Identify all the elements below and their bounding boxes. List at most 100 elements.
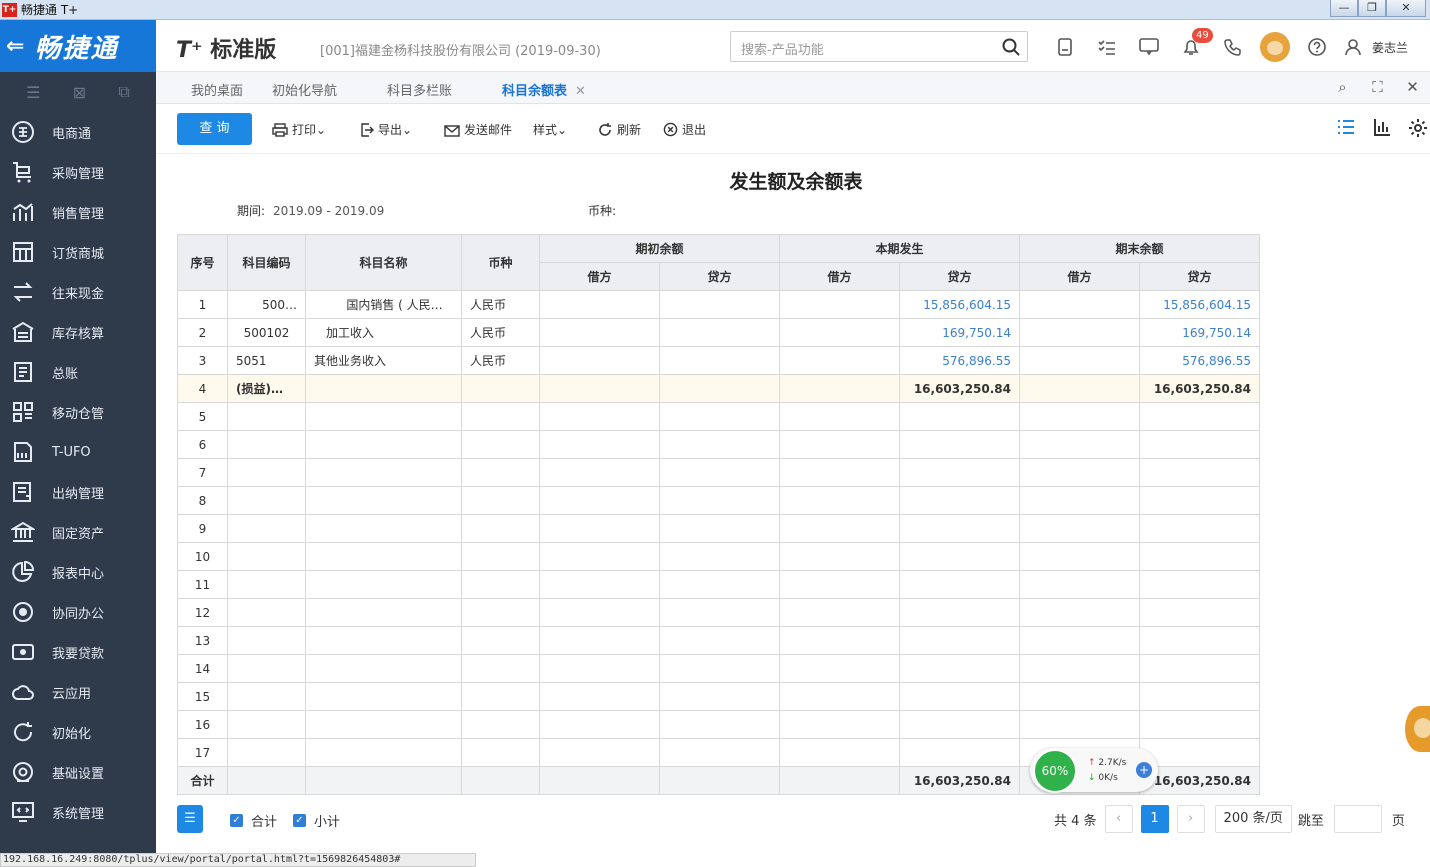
total-checkbox[interactable]: ✓ 合计 <box>230 811 277 830</box>
table-row[interactable]: 3 5051 其他业务收入 人民币 576,896.55 576,896.55 <box>177 346 1260 375</box>
jump-page-input[interactable] <box>1333 805 1382 833</box>
refresh-button[interactable]: 刷新 <box>597 121 641 138</box>
table-row[interactable]: 11 <box>177 570 1260 599</box>
sidebar-item-4[interactable]: 往来现金 <box>0 272 156 312</box>
table-row[interactable]: 16 <box>177 710 1260 739</box>
header-code[interactable]: 科目编码 <box>227 234 306 291</box>
header-closing-credit[interactable]: 贷方 <box>1139 262 1260 291</box>
style-button[interactable]: 样式 ⌄ <box>533 121 567 138</box>
search-tab-icon[interactable]: ⌕ <box>1325 78 1360 96</box>
help-icon[interactable] <box>1296 34 1338 60</box>
close-tab-icon[interactable]: ✕ <box>575 84 586 99</box>
mascot-icon[interactable] <box>1405 706 1430 752</box>
table-row[interactable]: 1 500… 国内销售 ( 人民… 人民币 15,856,604.15 15,856,60… <box>177 290 1260 319</box>
restore-button[interactable]: ❐ <box>1358 0 1386 17</box>
sidebar-item-9[interactable]: 出纳管理 <box>0 472 156 512</box>
cell-close-credit <box>1139 710 1260 739</box>
cell-empty <box>539 458 660 487</box>
header-current-credit[interactable]: 贷方 <box>899 262 1020 291</box>
table-row[interactable]: 9 <box>177 514 1260 543</box>
table-row[interactable]: 5 <box>177 402 1260 431</box>
table-row[interactable]: 14 <box>177 654 1260 683</box>
cell-close-credit <box>1139 514 1260 543</box>
search-input[interactable]: 搜索-产品功能 <box>730 31 1028 62</box>
user-avatar-icon[interactable] <box>1338 34 1368 60</box>
search-icon[interactable] <box>1001 37 1021 57</box>
phone-icon[interactable] <box>1212 34 1254 60</box>
table-row[interactable]: 8 <box>177 486 1260 515</box>
sidebar-item-6[interactable]: 总账 <box>0 352 156 392</box>
table-row[interactable]: 6 <box>177 430 1260 459</box>
chart-view-icon[interactable] <box>1364 118 1400 138</box>
tab-my-desktop[interactable]: 我的桌面 <box>191 80 243 99</box>
minimize-button[interactable]: — <box>1330 0 1358 17</box>
sidebar-item-7[interactable]: 移动仓管 <box>0 392 156 432</box>
page-size-select[interactable]: 200 条/页 <box>1214 805 1292 833</box>
header-opening-credit[interactable]: 贷方 <box>659 262 780 291</box>
header-opening-debit[interactable]: 借方 <box>539 262 660 291</box>
sidebar-item-11[interactable]: 报表中心 <box>0 552 156 592</box>
close-all-icon[interactable]: ✕ <box>1395 78 1430 96</box>
header-currency[interactable]: 币种 <box>461 234 540 291</box>
header-name[interactable]: 科目名称 <box>305 234 462 291</box>
table-row[interactable]: 15 <box>177 682 1260 711</box>
sidebar-item-12[interactable]: 协同办公 <box>0 592 156 632</box>
table-row[interactable]: 13 <box>177 626 1260 655</box>
sidebar-item-0[interactable]: 电商通 <box>0 112 156 152</box>
tab-account-balance[interactable]: 科目余额表 ✕ <box>502 80 586 106</box>
sidebar-item-8[interactable]: T-UFO <box>0 432 156 472</box>
sidebar-item-5[interactable]: 库存核算 <box>0 312 156 352</box>
calculator-icon[interactable] <box>1044 34 1086 60</box>
prev-page-button[interactable]: ‹ <box>1104 805 1133 833</box>
task-list-icon[interactable] <box>1086 34 1128 60</box>
header-closing-debit[interactable]: 借方 <box>1019 262 1140 291</box>
subtotal-checkbox[interactable]: ✓ 小计 <box>293 811 340 830</box>
network-speed-widget[interactable]: 60% ↑ 2.7K/s ↓ 0K/s + <box>1030 748 1158 793</box>
header-current-debit[interactable]: 借方 <box>779 262 900 291</box>
cell-currency <box>461 738 540 767</box>
list-view-icon[interactable] <box>1328 118 1364 138</box>
next-page-button[interactable]: › <box>1176 805 1205 833</box>
sidebar-item-1[interactable]: 采购管理 <box>0 152 156 192</box>
menu-icon[interactable]: ☰ <box>26 83 40 102</box>
message-icon[interactable] <box>1128 34 1170 60</box>
exit-button[interactable]: 退出 <box>663 121 706 138</box>
print-button[interactable]: 打印 ⌄ <box>272 121 326 138</box>
send-email-button[interactable]: 发送邮件 <box>444 121 512 138</box>
sidebar-item-15[interactable]: 初始化 <box>0 712 156 752</box>
table-row[interactable]: 10 <box>177 542 1260 571</box>
assistant-monkey-icon[interactable] <box>1254 32 1296 62</box>
sidebar-item-17[interactable]: 系统管理 <box>0 792 156 832</box>
shortcut-icon[interactable]: ⧉ <box>118 82 129 102</box>
sidebar-item-2[interactable]: 销售管理 <box>0 192 156 232</box>
header-seq[interactable]: 序号 <box>177 234 228 291</box>
cell-empty <box>1019 290 1140 319</box>
table-row[interactable]: 12 <box>177 598 1260 627</box>
chevron-down-icon: ⌄ <box>402 122 413 137</box>
accelerate-plus-icon[interactable]: + <box>1136 762 1152 778</box>
table-row[interactable]: 7 <box>177 458 1260 487</box>
search-menu-icon[interactable]: ⊠ <box>73 83 86 102</box>
settings-gear-icon[interactable] <box>1400 118 1430 138</box>
brand-bar[interactable]: ⇐ 畅捷通 <box>0 20 156 72</box>
sidebar-item-16[interactable]: 基础设置 <box>0 752 156 792</box>
query-button[interactable]: 查 询 <box>177 113 252 145</box>
sidebar-item-3[interactable]: 订货商城 <box>0 232 156 272</box>
page-1-button[interactable]: 1 <box>1140 805 1169 833</box>
export-button[interactable]: 导出 ⌄ <box>360 121 412 138</box>
user-name[interactable]: 姜志兰 <box>1372 39 1408 56</box>
notification-bell-icon[interactable]: 49 <box>1170 28 1213 60</box>
tab-init-guide[interactable]: 初始化导航 <box>272 80 337 99</box>
sidebar-item-13[interactable]: 我要贷款 <box>0 632 156 672</box>
column-settings-button[interactable]: ☰ <box>177 805 203 833</box>
table-row[interactable]: 4 (损益)… 16,603,250.84 16,603,250.84 <box>177 374 1260 403</box>
sidebar-item-10[interactable]: 固定资产 <box>0 512 156 552</box>
table-row[interactable]: 2 500102 加工收入 人民币 169,750.14 169,750.14 <box>177 318 1260 347</box>
fullscreen-icon[interactable]: ⛶ <box>1360 78 1395 96</box>
back-arrow-icon[interactable]: ⇐ <box>6 34 26 59</box>
sidebar-item-14[interactable]: 云应用 <box>0 672 156 712</box>
cell-currency <box>461 682 540 711</box>
close-window-button[interactable]: ✕ <box>1386 0 1426 17</box>
cell-cur-credit: 15,856,604.15 <box>899 290 1020 319</box>
tab-multi-column-ledger[interactable]: 科目多栏账 <box>387 80 452 99</box>
